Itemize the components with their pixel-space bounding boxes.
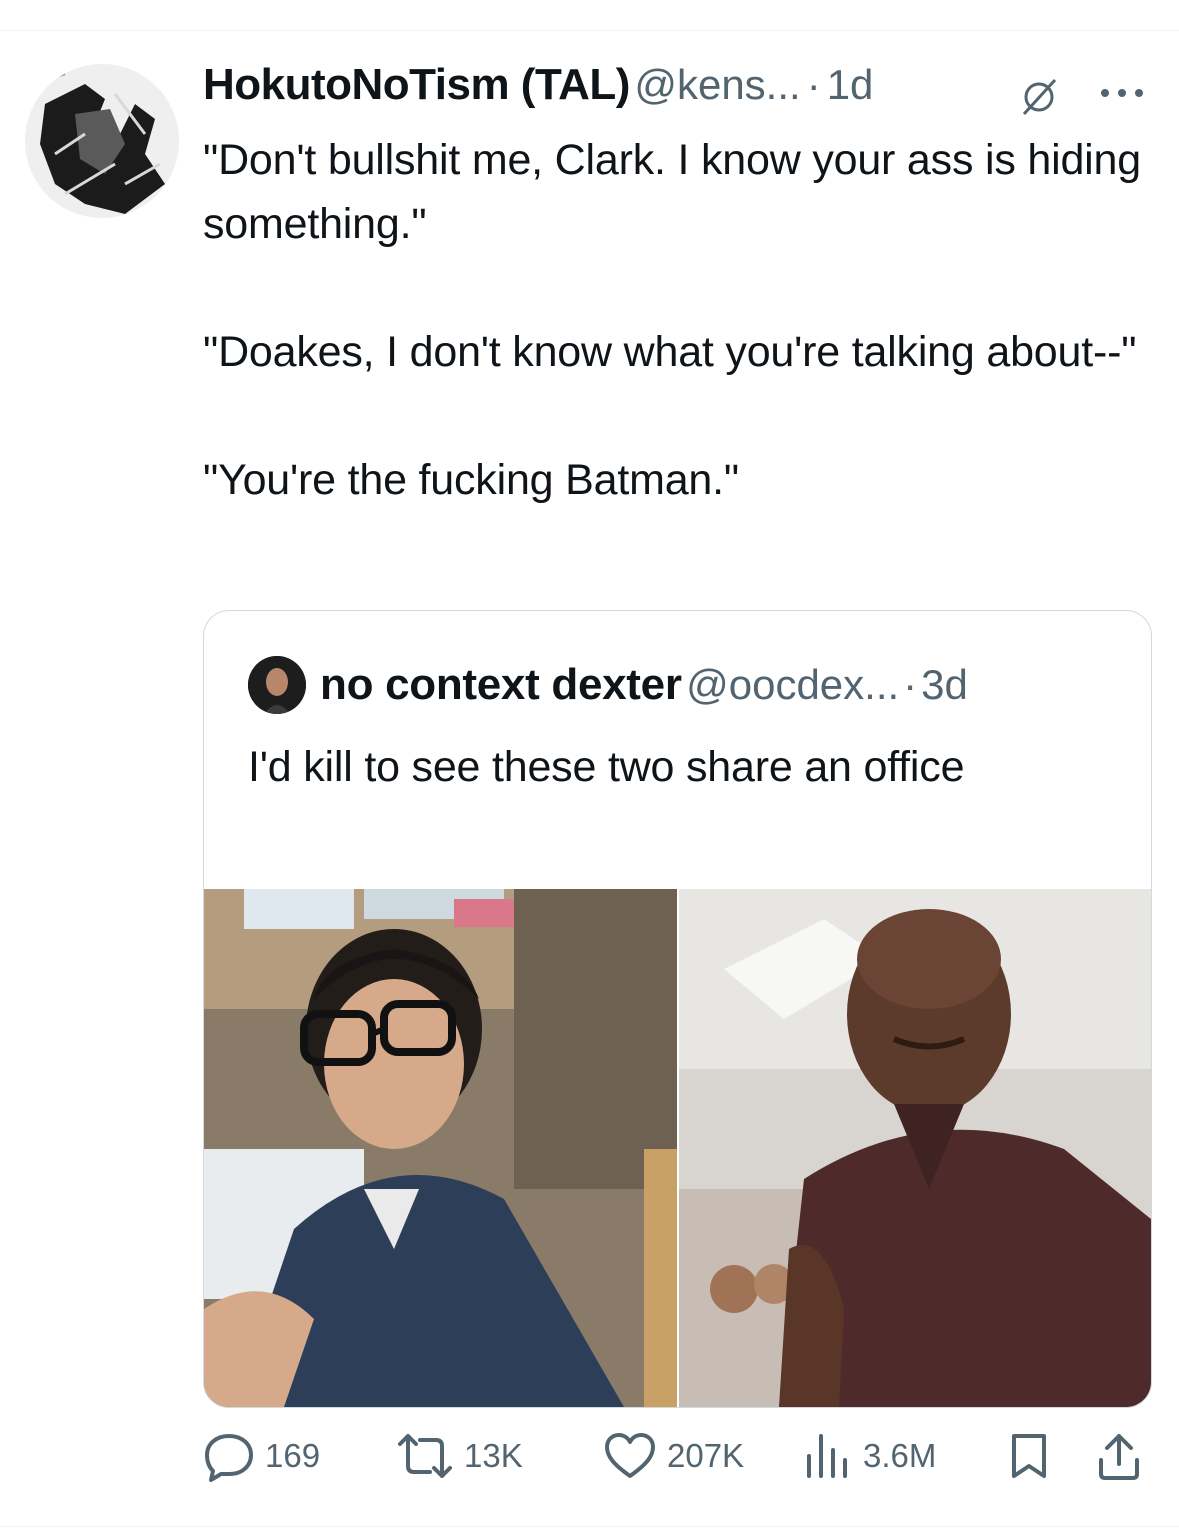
like-button[interactable]: 207K [603, 1428, 744, 1484]
quoted-tweet[interactable]: no context dexter @oocdex...·3d I'd kill… [203, 610, 1152, 1408]
quoted-handle[interactable]: @oocdex... [686, 661, 899, 708]
author-display-name[interactable]: HokutoNoTism (TAL) [203, 60, 630, 109]
share-icon [1099, 1434, 1139, 1480]
quoted-media[interactable] [204, 889, 1151, 1407]
tweet-text: "Don't bullshit me, Clark. I know your a… [203, 136, 1141, 504]
meta-separator: · [806, 61, 821, 108]
quoted-avatar-image [248, 656, 306, 714]
repost-icon [398, 1434, 452, 1478]
quoted-tweet-text: I'd kill to see these two share an offic… [248, 743, 965, 791]
reply-button[interactable]: 169 [203, 1428, 320, 1484]
quoted-meta-separator: · [903, 661, 918, 708]
reply-count: 169 [265, 1437, 321, 1474]
like-count: 207K [667, 1437, 745, 1474]
bottom-divider [0, 1526, 1179, 1527]
views-button[interactable]: 3.6M [803, 1428, 936, 1484]
author-avatar[interactable] [25, 64, 179, 218]
avatar-image [25, 64, 179, 218]
reply-icon [205, 1434, 253, 1482]
top-divider [0, 30, 1179, 31]
repost-button[interactable]: 13K [396, 1428, 523, 1484]
author-handle[interactable]: @kens... [634, 61, 800, 108]
views-icon [807, 1434, 847, 1478]
repost-count: 13K [464, 1437, 523, 1474]
quoted-timestamp[interactable]: 3d [921, 661, 968, 708]
tweet-header: HokutoNoTism (TAL) @kens... · 1d [203, 60, 1163, 124]
share-button[interactable] [1096, 1428, 1142, 1484]
quoted-author-avatar[interactable] [248, 656, 306, 714]
views-count: 3.6M [863, 1437, 937, 1474]
quoted-display-name[interactable]: no context dexter [320, 660, 682, 709]
bookmark-icon [1012, 1434, 1046, 1478]
grok-icon[interactable] [1018, 76, 1060, 118]
tweet-action-bar: 169 13K 207K 3.6M [0, 1428, 1179, 1484]
quoted-tweet-header: no context dexter @oocdex...·3d [320, 655, 968, 715]
photo-left [204, 889, 678, 1407]
more-icon[interactable] [1098, 86, 1146, 100]
bookmark-button[interactable] [1008, 1428, 1050, 1484]
tweet-timestamp[interactable]: 1d [827, 61, 874, 108]
like-icon [605, 1433, 655, 1478]
photo-right [678, 889, 1151, 1407]
